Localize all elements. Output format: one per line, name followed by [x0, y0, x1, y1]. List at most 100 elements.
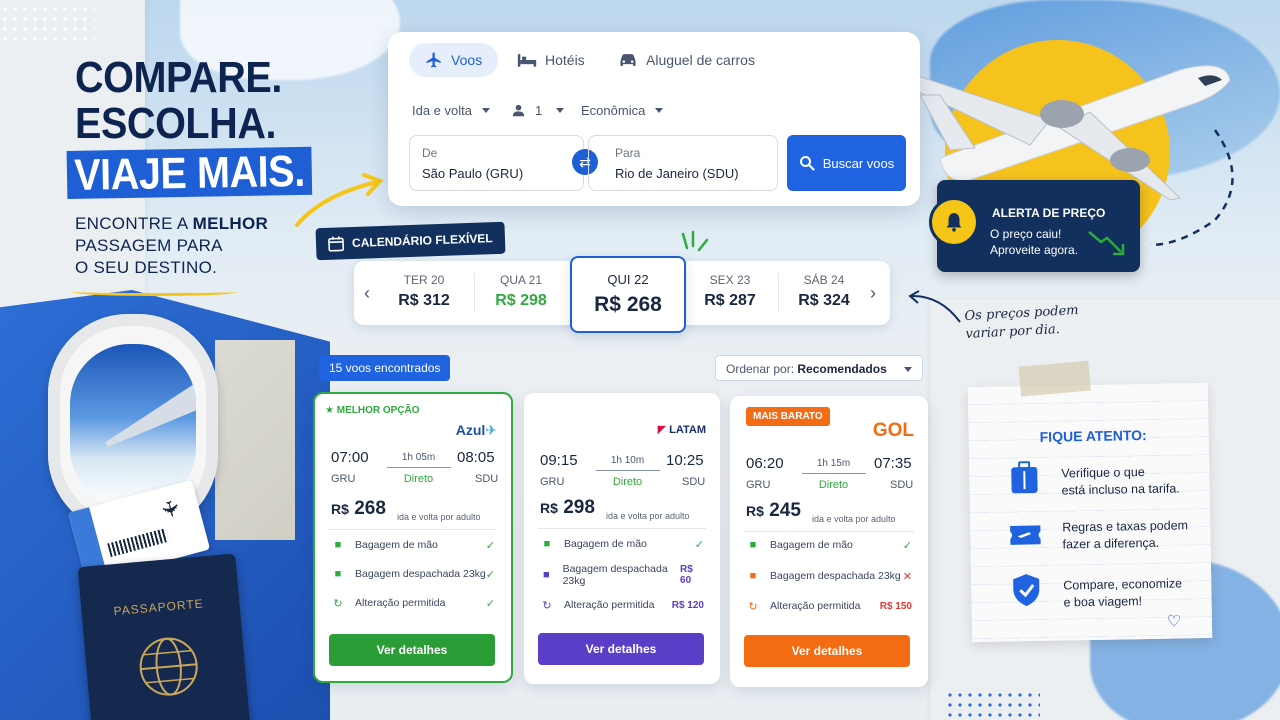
details-button-latam[interactable]: Ver detalhes	[538, 633, 704, 665]
tab-aluguel-de-carros[interactable]: Aluguel de carros	[602, 43, 771, 77]
tip-line: Verifique o que	[1061, 465, 1145, 481]
best-option-label: MELHOR OPÇÃO	[336, 405, 420, 416]
calendar-day-sab-24[interactable]: SÁB 24 R$ 324	[784, 261, 864, 325]
passengers-select[interactable]: 1	[512, 103, 565, 118]
globe-icon	[139, 637, 198, 696]
feature-row: ↻ Alteração permitida R$ 150	[746, 597, 912, 615]
chevron-down-icon	[556, 108, 565, 113]
flights-found-badge: 15 voos encontrados	[319, 355, 451, 381]
feature-label: Alteração permitida	[355, 597, 446, 609]
headline-line-1: COMPARE.	[75, 53, 282, 102]
refresh-icon: ↻	[748, 600, 758, 613]
flight-duration: 1h 05m	[401, 452, 436, 463]
feature-row: ■ Bagagem de mão ✓	[746, 536, 912, 554]
divider	[538, 528, 706, 529]
suitcase-icon: ■	[542, 569, 550, 581]
bell-icon	[929, 197, 979, 247]
suitcase-icon: ■	[749, 570, 757, 582]
divider	[474, 273, 475, 313]
chevron-left-icon: ‹	[364, 283, 370, 303]
calendar-day-qua-21[interactable]: QUA 21 R$ 298	[481, 261, 561, 325]
details-button-gol[interactable]: Ver detalhes	[744, 635, 910, 667]
feature-label: Alteração permitida	[770, 600, 861, 612]
route-line	[387, 467, 451, 468]
destination-label: Para	[615, 146, 641, 160]
tab-voos[interactable]: Voos	[409, 43, 499, 77]
tip-text: Regras e taxas podem fazer a diferença.	[1062, 517, 1188, 553]
price-alert-title: ALERTA DE PREÇO	[992, 206, 1106, 220]
trip-type-select[interactable]: Ida e volta	[412, 103, 490, 118]
departure-time: 09:15	[540, 452, 578, 469]
price-currency: R$	[540, 500, 558, 516]
price-value: 245	[769, 500, 801, 521]
subheadline: ENCONTRE A MELHOR PASSAGEM PARA O SEU DE…	[75, 213, 268, 279]
check-icon: ✓	[485, 568, 495, 581]
azul-bird-icon: ✈	[485, 422, 497, 438]
divider	[744, 531, 914, 532]
flight-card-gol[interactable]: MAIS BARATO GOL 06:20 GRU 1h 15m Direto …	[730, 396, 928, 687]
origin-field[interactable]: De São Paulo (GRU)	[409, 135, 584, 191]
bag-icon: ■	[749, 539, 757, 551]
tab-hoteis[interactable]: Hotéis	[501, 43, 601, 77]
check-icon: ✓	[485, 539, 495, 552]
search-button-label: Buscar voos	[822, 155, 895, 171]
shield-check-icon	[1009, 573, 1044, 608]
calendar-icon	[328, 236, 345, 252]
flight-price: R$ 268	[331, 498, 386, 520]
origin-value: São Paulo (GRU)	[422, 166, 524, 181]
tab-hoteis-label: Hotéis	[545, 52, 585, 68]
sort-label: Ordenar por:	[726, 362, 795, 376]
tip-line: e boa viagem!	[1063, 594, 1143, 610]
price-note: ida e volta por adulto	[812, 514, 896, 524]
flight-card-latam[interactable]: ◤ LATAM 09:15 GRU 1h 10m Direto 10:25 SD…	[524, 393, 720, 684]
sort-select[interactable]: Ordenar por: Recomendados	[715, 355, 923, 381]
calendar-day-sex-23[interactable]: SEX 23 R$ 287	[690, 261, 770, 325]
tab-aluguel-label: Aluguel de carros	[646, 52, 755, 68]
flight-stops: Direto	[818, 479, 849, 491]
price-alert-line-2: Aproveite agora.	[990, 243, 1079, 257]
flight-price: R$ 298	[540, 497, 595, 519]
subheadline-line-2: PASSAGEM PARA	[75, 236, 223, 255]
search-flights-button[interactable]: Buscar voos	[787, 135, 906, 191]
plane-icon	[426, 52, 441, 68]
dots-decoration	[0, 4, 95, 44]
bag-icon: ■	[543, 538, 551, 550]
arrival-time: 07:35	[874, 455, 912, 472]
flight-duration: 1h 15m	[816, 458, 851, 469]
calendar-next-button[interactable]: ›	[870, 283, 876, 304]
trend-down-icon	[1088, 231, 1125, 256]
price-alert-message: O preço caiu! Aproveite agora.	[990, 226, 1078, 258]
cabin-select[interactable]: Econômica	[581, 103, 664, 118]
luggage-icon	[1007, 461, 1042, 496]
tips-note: FIQUE ATENTO: Verifique o que está inclus…	[967, 360, 1213, 643]
flight-duration: 1h 10m	[610, 455, 645, 466]
calendar-day-ter-20[interactable]: TER 20 R$ 312	[384, 261, 464, 325]
passport-illustration: PASSAPORTE	[77, 553, 251, 720]
calendar-day-price: R$ 312	[398, 292, 450, 309]
plane-wing-view	[100, 382, 196, 457]
calendar-note: Os preços podem variar por dia.	[964, 302, 1080, 344]
underline-decoration	[72, 288, 237, 296]
tip-line: Compare, economize	[1063, 576, 1183, 593]
price-note: ida e volta por adulto	[606, 511, 690, 521]
map-decoration	[215, 340, 295, 540]
arrival-airport: SDU	[475, 473, 499, 485]
fee-value: R$ 60	[680, 564, 693, 586]
suitcase-icon: ■	[334, 568, 342, 580]
departure-time: 07:00	[331, 449, 369, 466]
feature-label: Alteração permitida	[564, 599, 655, 611]
details-button-azul[interactable]: Ver detalhes	[329, 634, 495, 666]
car-icon	[620, 54, 636, 66]
flight-card-azul[interactable]: ★ MELHOR OPÇÃO Azul✈ 07:00 GRU 1h 05m Di…	[313, 392, 513, 683]
destination-field[interactable]: Para Rio de Janeiro (SDU)	[588, 135, 778, 191]
calendar-prev-button[interactable]: ‹	[364, 283, 370, 304]
calendar-day-qui-22-selected[interactable]: QUI 22 R$ 268	[570, 256, 686, 333]
arrival-airport: SDU	[890, 479, 914, 491]
check-icon: ✓	[902, 539, 912, 552]
chevron-down-icon	[655, 108, 664, 113]
fee-value: R$ 120	[671, 599, 704, 611]
search-icon	[799, 156, 815, 171]
departure-airport: GRU	[331, 473, 356, 485]
flight-price: R$ 245	[746, 500, 801, 522]
refresh-icon: ↻	[333, 597, 343, 610]
